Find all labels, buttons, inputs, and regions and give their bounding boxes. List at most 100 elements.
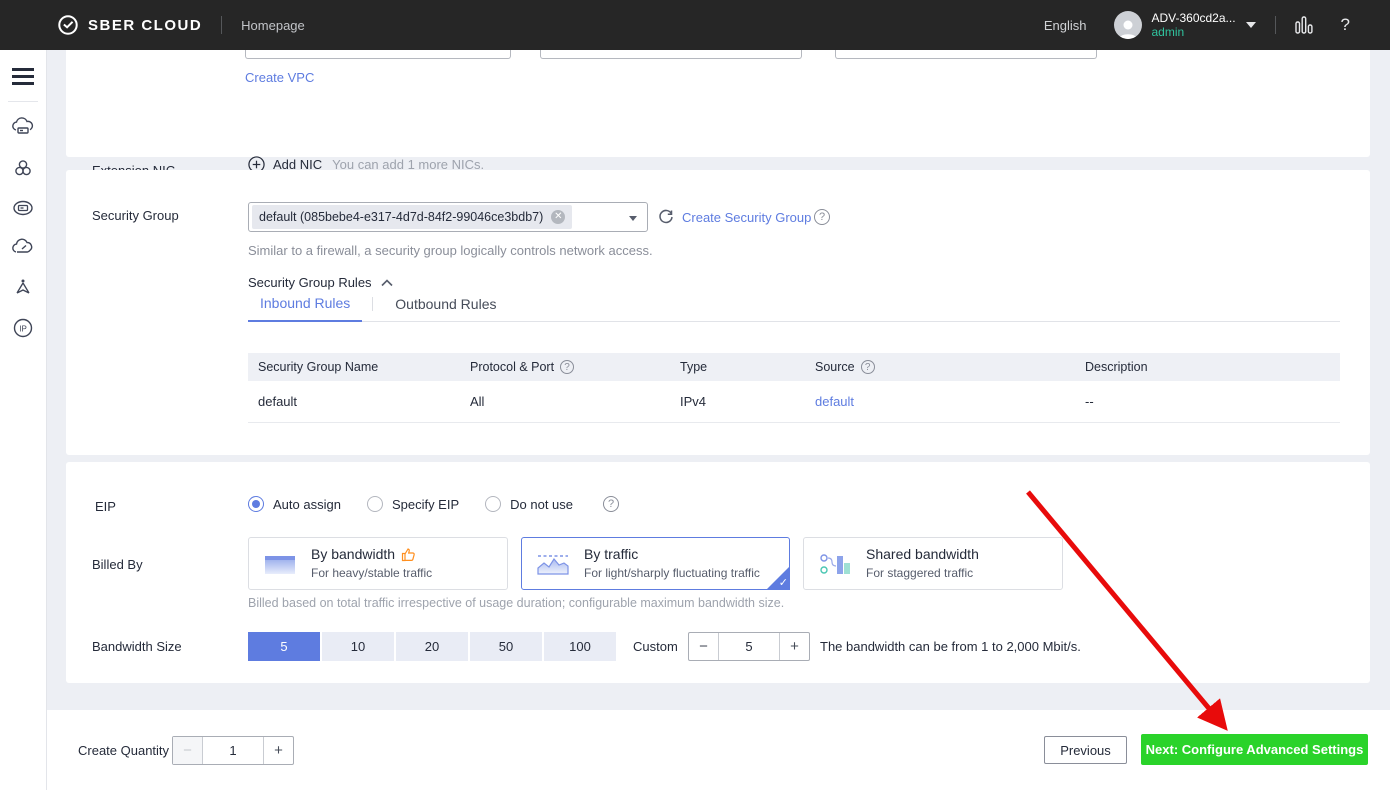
billed-card-title: By traffic	[584, 546, 638, 563]
billed-card-shared-bandwidth[interactable]: Shared bandwidth For staggered traffic	[803, 537, 1063, 590]
eip-help-icon[interactable]: ?	[603, 496, 619, 512]
qty-increase-button[interactable]: +	[264, 737, 293, 764]
chevron-up-icon	[381, 279, 393, 287]
security-group-card: Security Group default (085bebe4-e317-4d…	[66, 170, 1370, 455]
selected-check-icon: ✓	[779, 576, 788, 589]
eip-card: EIP Auto assign Specify EIP Do not use ?…	[66, 462, 1370, 683]
brand-text: SBER CLOUD	[88, 17, 202, 34]
radio-do-not-use[interactable]	[485, 496, 501, 512]
table-row: default All IPv4 default --	[248, 381, 1340, 423]
bw-preset-20[interactable]: 20	[396, 632, 468, 661]
eip-options: Auto assign Specify EIP Do not use ?	[248, 496, 619, 512]
sbercloud-logo-icon	[57, 14, 79, 36]
header-divider	[221, 16, 222, 34]
rules-tabs: Inbound Rules Outbound Rules	[248, 294, 1340, 322]
bw-preset-100[interactable]: 100	[544, 632, 616, 661]
cloud-gauge-icon	[11, 236, 35, 260]
tab-inbound-rules[interactable]: Inbound Rules	[248, 295, 362, 322]
sidebar-item-dedicated-host[interactable]	[10, 195, 36, 221]
menu-icon[interactable]	[12, 64, 34, 89]
refresh-icon[interactable]	[658, 209, 674, 225]
sidebar-item-image-service[interactable]	[10, 275, 36, 301]
cell-name: default	[248, 394, 460, 409]
sidebar-item-eip[interactable]: IP	[10, 315, 36, 341]
network-card: Create VPC Extension NIC Add NIC You can…	[66, 50, 1370, 157]
previous-button[interactable]: Previous	[1044, 736, 1127, 764]
subnet-select-cutoff[interactable]	[540, 50, 802, 59]
cell-description: --	[1075, 394, 1340, 409]
bw-preset-50[interactable]: 50	[470, 632, 542, 661]
thumbs-up-icon	[401, 547, 416, 562]
security-group-rules-toggle[interactable]: Security Group Rules	[248, 275, 393, 290]
billed-card-subtitle: For heavy/stable traffic	[311, 565, 432, 582]
sidebar-item-server-group[interactable]	[10, 155, 36, 181]
source-default-link[interactable]: default	[815, 394, 854, 409]
billed-card-subtitle: For light/sharply fluctuating traffic	[584, 565, 760, 582]
vpc-select-cutoff[interactable]	[245, 50, 511, 59]
sidebar-divider	[8, 101, 38, 102]
cell-protocol: All	[460, 394, 670, 409]
cell-type: IPv4	[670, 394, 805, 409]
security-group-description: Similar to a firewall, a security group …	[248, 243, 653, 258]
left-sidebar: IP	[0, 50, 47, 790]
inbound-rules-table: Security Group Name Protocol & Port? Typ…	[248, 353, 1340, 423]
account-caret-icon[interactable]	[1246, 22, 1256, 28]
col-security-group-name: Security Group Name	[248, 360, 460, 374]
radio-auto-assign-label[interactable]: Auto assign	[273, 497, 341, 512]
col-description: Description	[1075, 360, 1340, 374]
avatar[interactable]	[1114, 11, 1142, 39]
account-menu[interactable]: ADV-360cd2a... admin	[1151, 11, 1235, 39]
svg-text:IP: IP	[19, 325, 27, 334]
nav-homepage[interactable]: Homepage	[241, 18, 305, 33]
ip-select-cutoff[interactable]	[835, 50, 1097, 59]
bw-value[interactable]: 5	[718, 633, 780, 660]
security-group-help-icon[interactable]: ?	[814, 209, 830, 225]
header-divider-2	[1275, 16, 1276, 34]
qty-value[interactable]: 1	[202, 737, 264, 764]
usage-stats-icon[interactable]	[1295, 16, 1313, 34]
billed-card-by-traffic[interactable]: By traffic For light/sharply fluctuating…	[521, 537, 790, 590]
bw-preset-10[interactable]: 10	[322, 632, 394, 661]
security-group-label: Security Group	[92, 208, 179, 223]
next-button[interactable]: Next: Configure Advanced Settings	[1141, 734, 1368, 765]
sidebar-item-ecs[interactable]	[10, 115, 36, 141]
user-icon	[1116, 17, 1140, 39]
security-group-rules-label: Security Group Rules	[248, 275, 372, 290]
sidebar-item-auto-scaling[interactable]	[10, 235, 36, 261]
radio-auto-assign[interactable]	[248, 496, 264, 512]
remove-tag-icon[interactable]: ✕	[551, 210, 565, 224]
billed-card-by-bandwidth[interactable]: By bandwidth For heavy/stable traffic	[248, 537, 508, 590]
col-type: Type	[670, 360, 805, 374]
bandwidth-chart-icon	[262, 550, 298, 578]
bw-decrease-button[interactable]: −	[689, 633, 718, 660]
radio-specify-eip-label[interactable]: Specify EIP	[392, 497, 459, 512]
bandwidth-stepper: − 5 +	[688, 632, 810, 661]
footer-bar: Create Quantity − 1 + Previous Next: Con…	[47, 710, 1390, 790]
table-header-row: Security Group Name Protocol & Port? Typ…	[248, 353, 1340, 381]
protocol-help-icon[interactable]: ?	[560, 360, 574, 374]
traffic-chart-icon	[535, 550, 571, 578]
security-group-select[interactable]: default (085bebe4-e317-4d7d-84f2-99046ce…	[248, 202, 648, 232]
billed-note: Billed based on total traffic irrespecti…	[248, 596, 784, 610]
qty-decrease-button[interactable]: −	[173, 737, 202, 764]
ip-icon: IP	[11, 316, 35, 340]
col-source: Source?	[805, 360, 1075, 374]
create-security-group-link[interactable]: Create Security Group	[682, 210, 811, 225]
source-help-icon[interactable]: ?	[861, 360, 875, 374]
select-caret-icon[interactable]	[629, 216, 637, 221]
bw-preset-5[interactable]: 5	[248, 632, 320, 661]
brand-logo[interactable]: SBER CLOUD	[57, 14, 202, 36]
radio-specify-eip[interactable]	[367, 496, 383, 512]
bandwidth-size-label: Bandwidth Size	[92, 639, 182, 654]
tab-outbound-rules[interactable]: Outbound Rules	[383, 296, 508, 321]
radio-do-not-use-label[interactable]: Do not use	[510, 497, 573, 512]
beacon-icon	[11, 276, 35, 300]
account-role: admin	[1151, 25, 1235, 39]
tab-divider	[372, 297, 373, 311]
language-selector[interactable]: English	[1044, 18, 1087, 33]
custom-label: Custom	[633, 639, 678, 654]
top-header: SBER CLOUD Homepage English ADV-360cd2a.…	[0, 0, 1390, 50]
help-icon[interactable]: ?	[1341, 15, 1350, 35]
bw-increase-button[interactable]: +	[780, 633, 809, 660]
create-vpc-link[interactable]: Create VPC	[245, 70, 314, 85]
